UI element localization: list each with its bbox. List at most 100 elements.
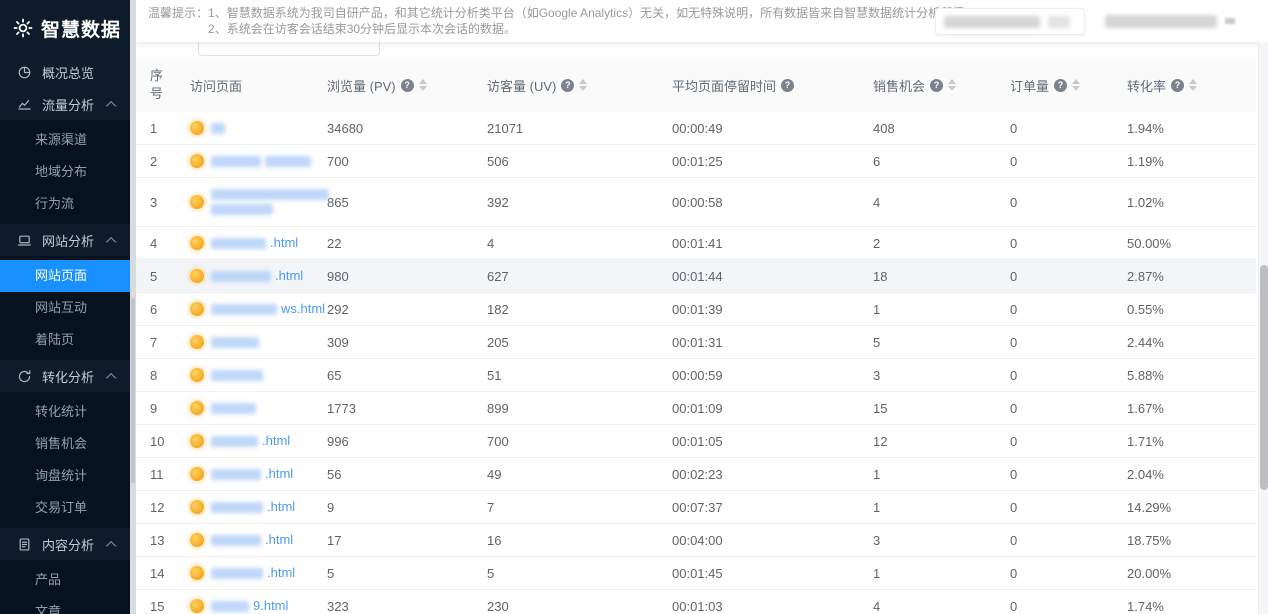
sidebar-scrollbar[interactable] bbox=[130, 0, 136, 614]
cell-avg_time: 00:01:41 bbox=[672, 236, 873, 251]
sort-control[interactable] bbox=[1072, 79, 1080, 91]
page-link-suffix[interactable]: 9.html bbox=[253, 598, 288, 614]
chevron-up-icon bbox=[106, 236, 116, 246]
page-link-suffix[interactable]: .html bbox=[275, 268, 303, 284]
cell-page-link[interactable]: .html bbox=[190, 532, 327, 548]
sidebar-item-概况总览[interactable]: 概况总览 bbox=[0, 56, 130, 88]
favicon-icon bbox=[190, 368, 204, 382]
cell-sales: 1 bbox=[873, 566, 1010, 581]
sidebar-item-转化统计[interactable]: 转化统计 bbox=[0, 396, 130, 428]
sidebar-item-网站互动[interactable]: 网站互动 bbox=[0, 292, 130, 324]
sidebar-item-交易订单[interactable]: 交易订单 bbox=[0, 492, 130, 524]
sidebar-item-网站页面[interactable]: 网站页面 bbox=[0, 260, 130, 292]
page-link-suffix[interactable]: .html bbox=[270, 235, 298, 251]
cell-sales: 5 bbox=[873, 335, 1010, 350]
cell-uv: 627 bbox=[487, 269, 672, 284]
cell-pv: 22 bbox=[327, 236, 487, 251]
cell-page-link[interactable] bbox=[190, 368, 327, 382]
cell-cvr: 5.88% bbox=[1127, 368, 1256, 383]
brand-logo[interactable]: 智慧数据 bbox=[0, 0, 130, 56]
sidebar-group-转化分析[interactable]: 转化分析 bbox=[0, 360, 130, 392]
cell-cvr: 18.75% bbox=[1127, 533, 1256, 548]
column-header-订单量: 订单量? bbox=[1010, 76, 1127, 95]
sort-desc-icon bbox=[579, 86, 587, 91]
cell-page-link[interactable]: 9.html bbox=[190, 598, 327, 614]
cell-page-link[interactable] bbox=[190, 189, 327, 215]
sort-control[interactable] bbox=[579, 79, 587, 91]
cell-page-link[interactable]: .html bbox=[190, 499, 327, 515]
cell-uv: 49 bbox=[487, 467, 672, 482]
page-link-suffix[interactable]: .html bbox=[267, 499, 295, 515]
sidebar-item-文章[interactable]: 文章 bbox=[0, 596, 130, 614]
page-link-suffix[interactable]: ws.html bbox=[281, 301, 325, 317]
help-icon[interactable]: ? bbox=[561, 79, 574, 92]
sidebar-item-销售机会[interactable]: 销售机会 bbox=[0, 428, 130, 460]
column-header-平均页面停留时间: 平均页面停留时间? bbox=[672, 76, 873, 95]
cell-page-link[interactable]: .html bbox=[190, 466, 327, 482]
sort-control[interactable] bbox=[948, 79, 956, 91]
sidebar-scrollbar-thumb[interactable] bbox=[131, 298, 135, 483]
pie-chart-icon bbox=[17, 64, 33, 80]
sidebar-group-网站分析[interactable]: 网站分析 bbox=[0, 224, 130, 256]
account-selector[interactable] bbox=[935, 8, 1085, 35]
redacted-url-text bbox=[211, 370, 263, 381]
cell-avg_time: 00:01:09 bbox=[672, 401, 873, 416]
cell-avg_time: 00:01:31 bbox=[672, 335, 873, 350]
sync-icon bbox=[17, 368, 33, 384]
cell-page-link[interactable] bbox=[190, 154, 327, 168]
sun-logo-icon bbox=[10, 15, 36, 41]
favicon-icon bbox=[190, 599, 204, 613]
help-icon[interactable]: ? bbox=[1054, 79, 1067, 92]
column-header-浏览量 (PV): 浏览量 (PV)? bbox=[327, 76, 487, 95]
sidebar-group-内容分析[interactable]: 内容分析 bbox=[0, 528, 130, 560]
cell-orders: 0 bbox=[1010, 500, 1127, 515]
sidebar-group-流量分析[interactable]: 流量分析 bbox=[0, 88, 130, 120]
cell-orders: 0 bbox=[1010, 599, 1127, 614]
redacted-url-lines bbox=[211, 189, 333, 215]
sort-control[interactable] bbox=[1189, 79, 1197, 91]
cell-page-link[interactable]: .html bbox=[190, 268, 327, 284]
notice-label: 温馨提示： bbox=[148, 5, 208, 37]
sidebar-item-来源渠道[interactable]: 来源渠道 bbox=[0, 124, 130, 156]
submenu-流量分析: 来源渠道地域分布行为流 bbox=[0, 120, 130, 224]
help-icon[interactable]: ? bbox=[930, 79, 943, 92]
sidebar-item-地域分布[interactable]: 地域分布 bbox=[0, 156, 130, 188]
sidebar-item-着陆页[interactable]: 着陆页 bbox=[0, 324, 130, 356]
page-link-suffix[interactable]: .html bbox=[265, 532, 293, 548]
main-scrollbar-thumb[interactable] bbox=[1260, 265, 1268, 490]
cell-page-link[interactable] bbox=[190, 121, 327, 135]
favicon-icon bbox=[190, 302, 204, 316]
favicon-icon bbox=[190, 121, 204, 135]
page-link-suffix[interactable]: .html bbox=[265, 466, 293, 482]
cell-page-link[interactable]: .html bbox=[190, 235, 327, 251]
cell-orders: 0 bbox=[1010, 236, 1127, 251]
cell-cvr: 14.29% bbox=[1127, 500, 1256, 515]
sidebar-item-label: 流量分析 bbox=[42, 95, 94, 114]
sort-desc-icon bbox=[419, 86, 427, 91]
cell-page-link[interactable] bbox=[190, 401, 327, 415]
user-menu[interactable] bbox=[1105, 13, 1245, 29]
cell-avg_time: 00:04:00 bbox=[672, 533, 873, 548]
redacted-url-text bbox=[211, 403, 256, 414]
sidebar-item-行为流[interactable]: 行为流 bbox=[0, 188, 130, 220]
cell-orders: 0 bbox=[1010, 195, 1127, 210]
help-icon[interactable]: ? bbox=[401, 79, 414, 92]
help-icon[interactable]: ? bbox=[1171, 79, 1184, 92]
table-row: 386539200:00:58401.02% bbox=[136, 178, 1256, 227]
cell-page-link[interactable] bbox=[190, 335, 327, 349]
chevron-up-icon bbox=[106, 540, 116, 550]
sidebar-item-询盘统计[interactable]: 询盘统计 bbox=[0, 460, 130, 492]
sort-control[interactable] bbox=[419, 79, 427, 91]
favicon-icon bbox=[190, 467, 204, 481]
favicon-icon bbox=[190, 269, 204, 283]
main-scrollbar[interactable] bbox=[1258, 42, 1268, 614]
filter-input-partial[interactable] bbox=[198, 42, 380, 56]
cell-page-link[interactable]: ws.html bbox=[190, 301, 327, 317]
page-link-suffix[interactable]: .html bbox=[267, 565, 295, 581]
help-icon[interactable]: ? bbox=[781, 79, 794, 92]
cell-page-link[interactable]: .html bbox=[190, 565, 327, 581]
cell-page-link[interactable]: .html bbox=[190, 433, 327, 449]
sidebar-item-产品[interactable]: 产品 bbox=[0, 564, 130, 596]
cell-no: 4 bbox=[150, 236, 190, 251]
page-link-suffix[interactable]: .html bbox=[262, 433, 290, 449]
